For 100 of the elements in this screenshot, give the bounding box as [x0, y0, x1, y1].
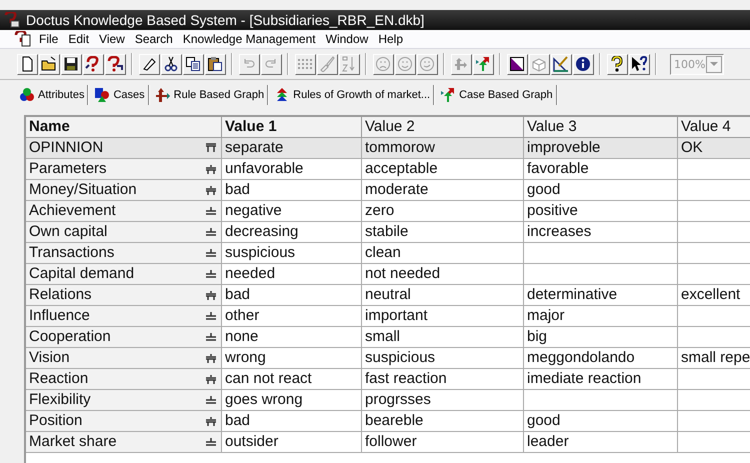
- table-cell: decreasing: [225, 223, 298, 241]
- table-cell: determinative: [527, 286, 618, 304]
- table-cell: acceptable: [365, 160, 438, 178]
- table-cell: other: [225, 307, 260, 325]
- toolbar-button[interactable]: [550, 54, 572, 74]
- colored-arrows-icon: [475, 56, 491, 72]
- toolbar-button[interactable]: [160, 54, 182, 74]
- table-cell: small: [365, 328, 400, 346]
- table-cell: tommorow: [365, 139, 436, 157]
- menu-item[interactable]: Window: [320, 32, 374, 46]
- toolbar-button[interactable]: [138, 54, 160, 74]
- table-cell: goes wrong: [225, 391, 303, 409]
- table-cell: bad: [225, 412, 250, 430]
- table-cell: clean: [365, 244, 401, 262]
- table-cell: OK: [681, 139, 703, 157]
- info-icon: [575, 56, 591, 72]
- table-cell: progrsses: [365, 391, 431, 409]
- table-cell: moderate: [365, 181, 428, 199]
- copy-icon: [185, 56, 201, 72]
- clipboard-icon: [207, 56, 223, 72]
- table-cell: neutral: [365, 286, 411, 304]
- table-cell: bad: [225, 181, 250, 199]
- toolbar-button[interactable]: [38, 54, 60, 74]
- toolbar-button[interactable]: [182, 54, 204, 74]
- table-cell: stabile: [365, 223, 408, 241]
- menu-item[interactable]: Knowledge Management: [178, 32, 321, 46]
- context-help-icon: [631, 56, 647, 72]
- menu-item[interactable]: File: [34, 32, 64, 46]
- table-cell: big: [527, 328, 548, 346]
- tab[interactable]: Case Based Graph: [437, 85, 557, 105]
- tab[interactable]: Rules of Growth of market...: [271, 85, 434, 105]
- table-cell: outsider: [225, 433, 278, 451]
- toolbar-button[interactable]: [82, 54, 104, 74]
- sort-icon: [341, 56, 357, 72]
- color-circles-icon: [19, 87, 35, 103]
- table-cell: zero: [365, 202, 394, 220]
- table-cell: separate: [225, 139, 284, 157]
- help-icon: [609, 56, 625, 72]
- table-cell: leader: [527, 433, 569, 451]
- table-cell: major: [527, 307, 565, 325]
- document-icon[interactable]: [14, 31, 32, 47]
- folder-icon: [41, 56, 57, 72]
- attribute-name[interactable]: Vision: [29, 349, 70, 367]
- smirk-face-icon: [419, 56, 435, 72]
- toolbar-button[interactable]: [60, 54, 82, 74]
- table-cell: follower: [365, 433, 417, 451]
- column-header[interactable]: Value 3: [524, 117, 678, 138]
- toolbar-button[interactable]: [104, 54, 126, 74]
- table-cell: wrong: [225, 349, 266, 367]
- table-cell: unfavorable: [225, 160, 304, 178]
- question-arrow-icon: [107, 56, 123, 72]
- graph-arrows-icon: [154, 87, 171, 103]
- table-cell: increases: [527, 223, 592, 241]
- column-header[interactable]: Name: [26, 117, 222, 138]
- dot-grid-icon: [297, 56, 313, 72]
- table-cell: improveble: [527, 139, 600, 157]
- toolbar-button[interactable]: [628, 54, 650, 74]
- table-cell: imediate reaction: [527, 370, 642, 388]
- table-cell: favorable: [527, 160, 589, 178]
- column-header[interactable]: Value 2: [362, 117, 524, 138]
- toolbar-button[interactable]: [506, 54, 528, 74]
- table-cell: good: [527, 181, 560, 199]
- toolbar-button[interactable]: [606, 54, 628, 74]
- tab[interactable]: Attributes: [16, 85, 88, 105]
- shapes-icon: [94, 87, 110, 103]
- tab[interactable]: Cases: [91, 85, 149, 105]
- menu-item[interactable]: Edit: [63, 32, 94, 46]
- table-cell: meggondolando: [527, 349, 635, 367]
- tree-arrows-icon: [453, 56, 469, 72]
- colored-arrows-icon: [440, 87, 456, 103]
- table-cell: needed: [225, 265, 276, 283]
- menu-item[interactable]: View: [94, 32, 130, 46]
- table-cell: important: [365, 307, 428, 325]
- table-cell: negative: [225, 202, 282, 220]
- menu-item[interactable]: Search: [130, 32, 178, 46]
- dropdown-arrow-icon: [710, 62, 718, 66]
- tab[interactable]: Rule Based Graph: [152, 85, 268, 105]
- column-header[interactable]: Value 4: [678, 117, 750, 138]
- diagonal-square-icon: [509, 56, 525, 72]
- toolbar-button[interactable]: [16, 54, 38, 74]
- toolbar-button[interactable]: [572, 54, 594, 74]
- table-cell: excellent: [681, 286, 740, 304]
- table-cell: small repe: [681, 349, 750, 367]
- question-mark-icon: [85, 56, 101, 72]
- toolbar-button[interactable]: [204, 54, 226, 74]
- smiley-face-icon: [397, 56, 413, 72]
- toolbar-button[interactable]: [472, 54, 494, 74]
- table-cell: can not react: [225, 370, 312, 388]
- menu-item[interactable]: Help: [373, 32, 408, 46]
- column-header[interactable]: Value 1: [222, 117, 362, 138]
- sad-face-icon: [375, 56, 391, 72]
- table-cell: beareble: [365, 412, 424, 430]
- app-icon: [4, 12, 20, 28]
- table-cell: positive: [527, 202, 578, 220]
- window-title: Doctus Knowledge Based System - [Subsidiaries_RBR_EN.dkb]: [26, 12, 424, 28]
- ruler-triangle-icon: [553, 56, 569, 72]
- eraser-icon: [141, 56, 157, 72]
- table-cell: bad: [225, 286, 250, 304]
- box-icon: [531, 56, 547, 72]
- table-cell: none: [225, 328, 258, 346]
